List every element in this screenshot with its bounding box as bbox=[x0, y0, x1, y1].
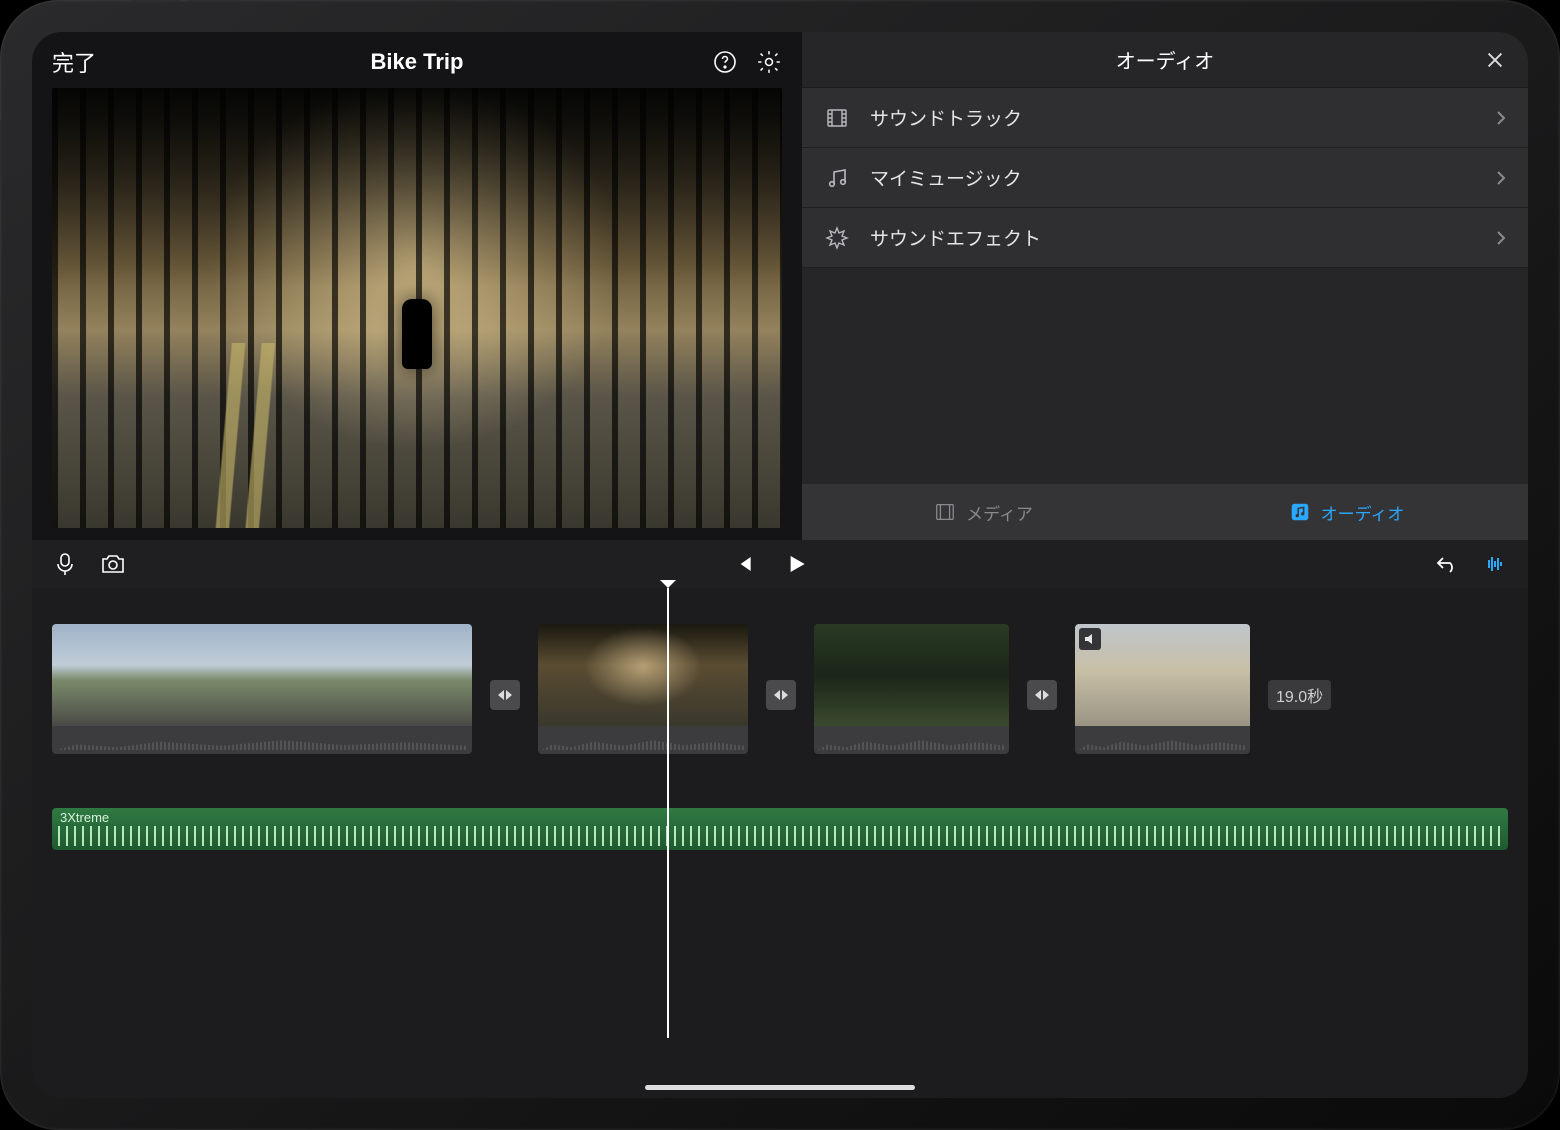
timeline-toolbar bbox=[32, 540, 1528, 588]
burst-icon bbox=[824, 225, 850, 251]
header-icons bbox=[712, 49, 782, 75]
preview-pane: 完了 Bike Trip bbox=[32, 32, 802, 540]
playhead[interactable] bbox=[667, 588, 669, 1038]
clip-3[interactable] bbox=[814, 624, 1009, 754]
clip-waveform bbox=[538, 726, 748, 754]
play-icon[interactable] bbox=[784, 551, 810, 577]
sound-effects-row[interactable]: サウンドエフェクト bbox=[802, 208, 1528, 268]
panel-tabs: メディア オーディオ bbox=[802, 484, 1528, 540]
transition-3[interactable] bbox=[1027, 680, 1057, 710]
mute-icon bbox=[1079, 628, 1101, 650]
audio-categories: サウンドトラック マイミュージック bbox=[802, 88, 1528, 268]
chevron-right-icon bbox=[1496, 170, 1506, 186]
playback-controls bbox=[732, 551, 810, 577]
transition-2[interactable] bbox=[766, 680, 796, 710]
close-icon[interactable] bbox=[1484, 49, 1506, 71]
tab-media[interactable]: メディア bbox=[802, 484, 1165, 540]
power-button bbox=[0, 120, 2, 200]
camera-icon[interactable] bbox=[100, 551, 126, 577]
preview-scene bbox=[52, 343, 782, 528]
my-music-row[interactable]: マイミュージック bbox=[802, 148, 1528, 208]
waveform-icon[interactable] bbox=[1482, 551, 1508, 577]
toolbar-right bbox=[1434, 551, 1508, 577]
ipad-frame: 完了 Bike Trip bbox=[0, 0, 1560, 1130]
tab-audio[interactable]: オーディオ bbox=[1165, 484, 1528, 540]
video-preview[interactable] bbox=[52, 88, 782, 528]
filmstrip-icon bbox=[824, 105, 850, 131]
undo-icon[interactable] bbox=[1434, 551, 1460, 577]
done-button[interactable]: 完了 bbox=[52, 46, 96, 78]
clip-waveform bbox=[814, 726, 1009, 754]
sound-effects-label: サウンドエフェクト bbox=[870, 224, 1041, 251]
clip-4[interactable] bbox=[1075, 624, 1250, 754]
volume-down-button bbox=[190, 0, 240, 2]
audio-panel: オーディオ サウンドトラック bbox=[802, 32, 1528, 540]
clip-2[interactable] bbox=[538, 624, 748, 754]
soundtrack-row[interactable]: サウンドトラック bbox=[802, 88, 1528, 148]
audio-track-name: 3Xtreme bbox=[60, 810, 109, 825]
my-music-label: マイミュージック bbox=[870, 164, 1022, 191]
gear-icon[interactable] bbox=[756, 49, 782, 75]
remaining-duration: 19.0秒 bbox=[1268, 680, 1331, 710]
soundtrack-label: サウンドトラック bbox=[870, 104, 1022, 131]
transition-1[interactable] bbox=[490, 680, 520, 710]
project-title: Bike Trip bbox=[371, 49, 464, 75]
audio-panel-title: オーディオ bbox=[1116, 45, 1215, 74]
microphone-icon[interactable] bbox=[52, 551, 78, 577]
video-track: 19.0秒 bbox=[32, 624, 1528, 794]
audio-panel-header: オーディオ bbox=[802, 32, 1528, 88]
volume-up-button bbox=[130, 0, 180, 2]
help-icon[interactable] bbox=[712, 49, 738, 75]
clip-waveform bbox=[52, 726, 472, 754]
tab-media-label: メディア bbox=[966, 500, 1033, 525]
music-note-icon bbox=[824, 165, 850, 191]
screen: 完了 Bike Trip bbox=[32, 32, 1528, 1098]
upper-area: 完了 Bike Trip bbox=[32, 32, 1528, 540]
chevron-right-icon bbox=[1496, 230, 1506, 246]
home-indicator[interactable] bbox=[645, 1085, 915, 1090]
tab-audio-label: オーディオ bbox=[1321, 500, 1405, 525]
clip-waveform bbox=[1075, 726, 1250, 754]
chevron-right-icon bbox=[1496, 110, 1506, 126]
timeline[interactable]: 19.0秒 3Xtreme bbox=[32, 588, 1528, 1098]
skip-back-icon[interactable] bbox=[732, 551, 758, 577]
clip-1[interactable] bbox=[52, 624, 472, 754]
preview-header: 完了 Bike Trip bbox=[32, 32, 802, 88]
audio-track[interactable]: 3Xtreme bbox=[52, 808, 1508, 850]
